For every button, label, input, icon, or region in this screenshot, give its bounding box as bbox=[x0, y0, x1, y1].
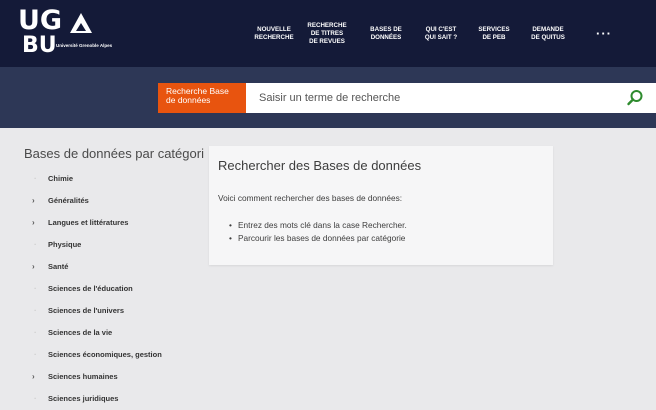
bullet-dot: · bbox=[34, 350, 37, 359]
search-icon[interactable] bbox=[626, 89, 644, 107]
nav-qui-cest-qui-sait[interactable]: QUI C'EST QUI SAIT ? bbox=[420, 0, 462, 67]
help-list: • Entrez des mots clé dans la case Recher… bbox=[229, 219, 407, 245]
nav-nouvelle-recherche[interactable]: NOUVELLE RECHERCHE bbox=[254, 0, 294, 67]
search-input[interactable]: Saisir un terme de recherche bbox=[246, 83, 656, 113]
category-sciences-univers[interactable]: · Sciences de l'univers bbox=[24, 300, 204, 322]
nav-recherche-titres-revues[interactable]: RECHERCHE DE TITRES DE REVUES bbox=[306, 0, 348, 67]
chevron-right-icon: › bbox=[32, 262, 35, 271]
categories-title: Bases de données par catégori bbox=[24, 146, 204, 161]
help-title: Rechercher des Bases de données bbox=[218, 158, 422, 173]
bullet-dot: · bbox=[34, 174, 37, 183]
bullet-dot: · bbox=[34, 306, 37, 315]
nav-services-peb[interactable]: SERVICES DE PEB bbox=[474, 0, 514, 67]
chevron-right-icon: › bbox=[32, 372, 35, 381]
category-sante[interactable]: › Santé bbox=[24, 256, 204, 278]
bullet-dot: · bbox=[34, 328, 37, 337]
bullet-dot: · bbox=[34, 284, 37, 293]
bullet-dot: · bbox=[34, 240, 37, 249]
category-sciences-vie[interactable]: · Sciences de la vie bbox=[24, 322, 204, 344]
top-navigation-bar: UG BU Université Grenoble Alpes NOUVELLE… bbox=[0, 0, 656, 67]
chevron-right-icon: › bbox=[32, 196, 35, 205]
bullet-dot: · bbox=[34, 394, 37, 403]
category-sciences-economiques[interactable]: · Sciences économiques, gestion bbox=[24, 344, 204, 366]
nav-bases-de-donnees[interactable]: BASES DE DONNÉES bbox=[366, 0, 406, 67]
help-list-item: • Parcourir les bases de données par caté… bbox=[229, 233, 406, 243]
category-sciences-humaines[interactable]: › Sciences humaines bbox=[24, 366, 204, 388]
category-sciences-education[interactable]: · Sciences de l'éducation bbox=[24, 278, 204, 300]
logo-subtitle: Université Grenoble Alpes bbox=[56, 43, 113, 48]
search-category-selector[interactable]: Recherche Base de données bbox=[158, 83, 246, 113]
category-sciences-juridiques[interactable]: · Sciences juridiques bbox=[24, 388, 204, 410]
category-physique[interactable]: · Physique bbox=[24, 234, 204, 256]
category-list: · Chimie › Généralités › Langues et litt… bbox=[24, 168, 204, 410]
logo-bu: BU bbox=[22, 33, 57, 58]
chevron-right-icon: › bbox=[32, 218, 35, 227]
help-intro: Voici comment rechercher des bases de do… bbox=[218, 193, 403, 203]
category-generalites[interactable]: › Généralités bbox=[24, 190, 204, 212]
logo-ug: UG bbox=[18, 5, 63, 36]
search-help-card: Rechercher des Bases de données Voici co… bbox=[209, 146, 553, 265]
category-langues-litteratures[interactable]: › Langues et littératures bbox=[24, 212, 204, 234]
more-menu-button[interactable]: ··· bbox=[584, 0, 624, 67]
nav-demande-quitus[interactable]: DEMANDE DE QUITUS bbox=[526, 0, 570, 67]
category-chimie[interactable]: · Chimie bbox=[24, 168, 204, 190]
help-list-item: • Entrez des mots clé dans la case Recher… bbox=[229, 220, 407, 230]
uga-bu-logo[interactable]: UG BU Université Grenoble Alpes bbox=[18, 7, 118, 61]
